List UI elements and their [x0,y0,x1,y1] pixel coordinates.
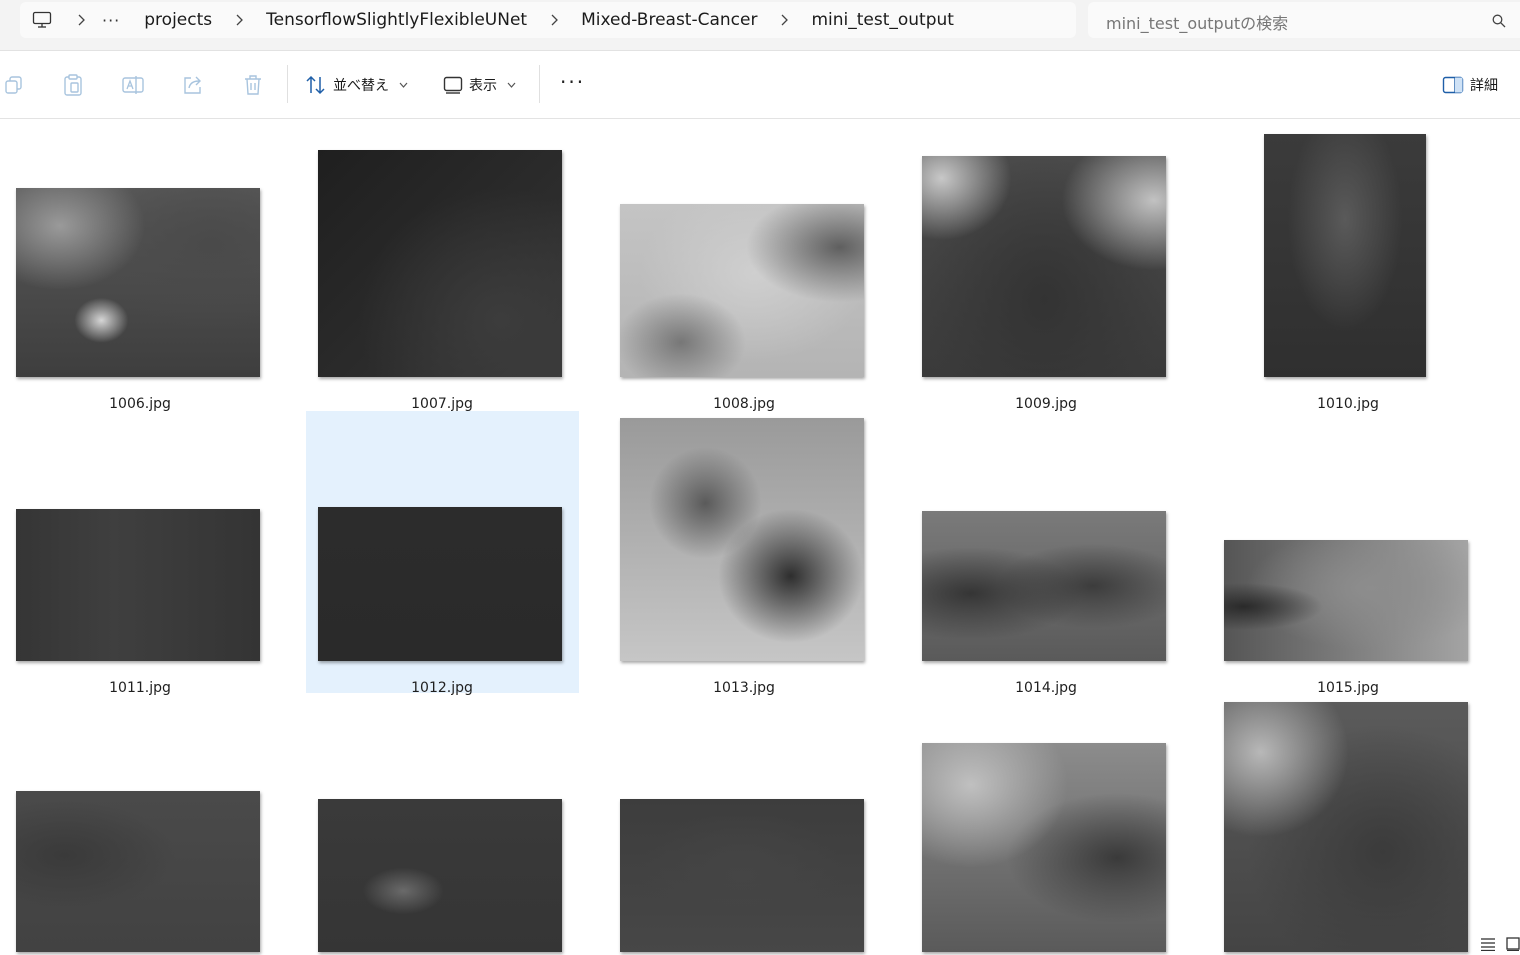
file-grid: 1006.jpg 1007.jpg 1008.jpg 1009.jpg 1010.jpg… [0,119,1520,952]
breadcrumb-item-current[interactable]: mini_test_output [801,10,964,30]
file-name: 1015.jpg [1317,680,1379,696]
paste-icon[interactable] [61,73,85,97]
view-icon [443,76,463,94]
sort-button[interactable]: 並べ替え [305,73,408,97]
file-name: 1014.jpg [1015,680,1077,696]
file-name: 1006.jpg [109,396,171,412]
details-label: 詳細 [1470,78,1498,94]
file-name: 1010.jpg [1317,396,1379,412]
file-thumbnail[interactable] [620,204,864,377]
file-thumbnail[interactable] [1224,540,1468,661]
chevron-down-icon [399,80,408,91]
rename-icon[interactable] [121,73,145,97]
file-thumbnail[interactable] [922,743,1166,952]
toolbar-divider [287,65,288,103]
chevron-right-icon[interactable] [767,14,801,26]
file-name: 1012.jpg [411,680,473,696]
more-options-button[interactable]: ··· [560,72,585,92]
search-icon[interactable] [1492,13,1506,32]
details-pane-icon [1442,76,1464,94]
chevron-right-icon[interactable] [222,14,256,26]
breadcrumb[interactable]: ··· projects TensorflowSlightlyFlexibleU… [20,2,1076,38]
file-thumbnail[interactable] [1224,702,1468,952]
this-pc-icon[interactable] [20,2,64,38]
file-name: 1007.jpg [411,396,473,412]
file-name: 1008.jpg [713,396,775,412]
breadcrumb-item-projects[interactable]: projects [134,10,222,30]
sort-icon [306,75,325,95]
tiles-view-icon[interactable] [1506,936,1520,955]
details-pane-button[interactable]: 詳細 [1442,73,1498,97]
file-thumbnail[interactable] [318,150,562,377]
file-thumbnail[interactable] [318,799,562,952]
file-name: 1013.jpg [713,680,775,696]
address-bar: ··· projects TensorflowSlightlyFlexibleU… [0,0,1520,51]
chevron-right-icon[interactable] [537,14,571,26]
breadcrumb-overflow[interactable]: ··· [98,11,124,30]
breadcrumb-item-project[interactable]: TensorflowSlightlyFlexibleUNet [256,10,537,30]
chevron-down-icon [507,80,516,91]
copy-icon[interactable] [2,73,26,97]
toolbar-divider [539,65,540,103]
file-thumbnail[interactable] [318,507,562,661]
file-thumbnail[interactable] [620,799,864,952]
sort-label: 並べ替え [333,78,389,94]
search-box[interactable]: mini_test_outputの検索 [1088,2,1520,38]
file-thumbnail[interactable] [1264,134,1426,377]
share-icon[interactable] [181,73,205,97]
file-thumbnail[interactable] [16,188,260,377]
file-thumbnail[interactable] [16,791,260,952]
view-button[interactable]: 表示 [443,73,516,97]
search-input[interactable]: mini_test_outputの検索 [1106,10,1288,34]
view-label: 表示 [469,78,497,94]
file-thumbnail[interactable] [620,418,864,661]
command-bar: 並べ替え 表示 ··· 詳細 [0,51,1520,119]
breadcrumb-item-dataset[interactable]: Mixed-Breast-Cancer [571,10,767,30]
list-view-icon[interactable] [1480,936,1496,955]
chevron-right-icon[interactable] [64,14,98,26]
file-thumbnail[interactable] [922,156,1166,377]
file-thumbnail[interactable] [922,511,1166,661]
delete-icon[interactable] [241,73,265,97]
file-name: 1011.jpg [109,680,171,696]
file-name: 1009.jpg [1015,396,1077,412]
file-thumbnail[interactable] [16,509,260,661]
